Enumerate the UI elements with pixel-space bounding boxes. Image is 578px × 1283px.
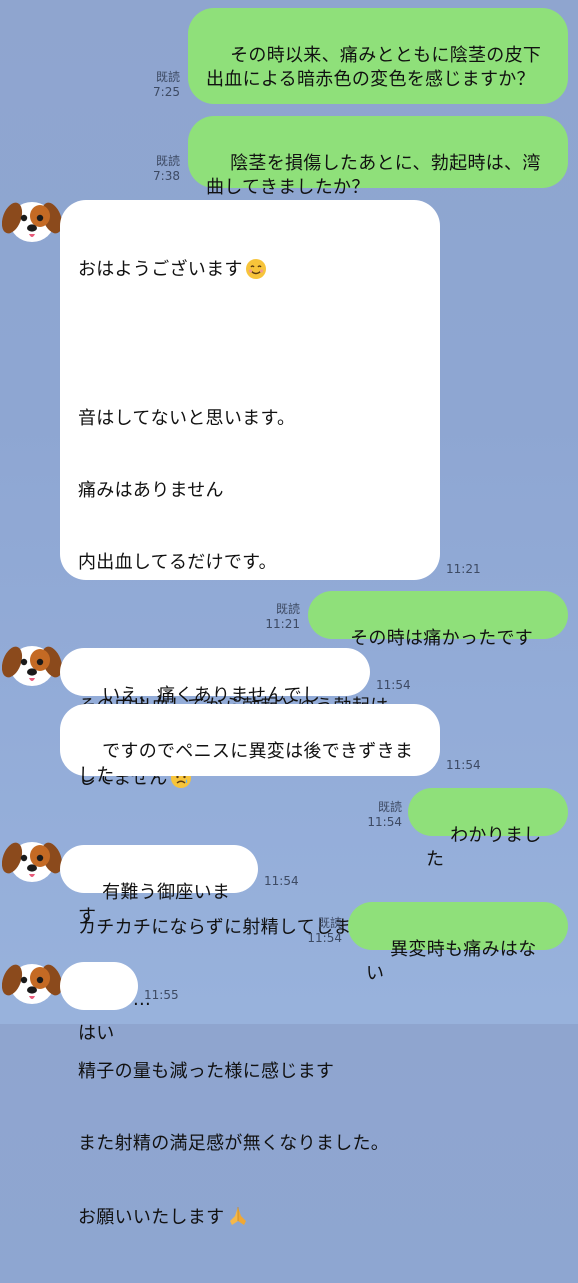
read-receipt: 既読 [317, 916, 342, 930]
read-receipt: 既読 [155, 70, 180, 84]
message-time: 11:55 [144, 988, 179, 1002]
message-meta: 11:55 [144, 988, 184, 1003]
message-time: 11:54 [264, 874, 299, 888]
message-line [78, 335, 422, 359]
message-text: わかりました [426, 825, 542, 870]
message-meta: 11:21 [446, 562, 486, 577]
message-line: おはようございます [78, 258, 422, 287]
contact-avatar[interactable] [2, 830, 62, 890]
dog-face-icon [2, 202, 62, 242]
message-time: 11:54 [446, 758, 481, 772]
message-meta: 既読 11:54 [302, 916, 342, 946]
dog-face-icon [2, 646, 62, 686]
message-line: また射精の満足感が無くなりました。 [78, 1133, 390, 1154]
message-meta: 既読 11:21 [260, 602, 300, 632]
message-text: その時以来、痛みとともに陰茎の皮下出血による暗赤色の変色を感じますか？ [206, 45, 542, 90]
message-time: 7:38 [153, 169, 180, 183]
message-meta: 既読 7:25 [140, 70, 180, 100]
incoming-message[interactable]: はい [60, 962, 138, 1044]
message-text: 陰茎を損傷したあとに、勃起時は、湾曲してきましたか？ [206, 153, 541, 198]
message-time: 11:54 [307, 931, 342, 945]
outgoing-message[interactable]: その時は痛かったですか [308, 591, 568, 673]
dog-face-icon [2, 842, 62, 882]
praying-hands-emoji [226, 1204, 250, 1235]
read-receipt: 既読 [377, 800, 402, 814]
message-meta: 11:54 [376, 678, 416, 693]
message-line: 痛みはありません [78, 480, 224, 501]
message-meta: 11:54 [264, 874, 304, 889]
message-line: 精子の量も減った様に感じます [78, 1061, 335, 1082]
message-line: 内出血してるだけです。 [78, 552, 277, 573]
dog-face-icon [2, 964, 62, 1004]
outgoing-message[interactable]: 陰茎を損傷したあとに、勃起時は、湾曲してきましたか？ [188, 116, 568, 198]
read-receipt: 既読 [275, 602, 300, 616]
contact-avatar[interactable] [2, 634, 62, 694]
message-text: はい [78, 1023, 115, 1044]
read-receipt: 既読 [155, 154, 180, 168]
contact-avatar[interactable] [2, 952, 62, 1012]
outgoing-message[interactable]: 異変時も痛みはない [348, 902, 568, 984]
message-meta: 既読 11:54 [362, 800, 402, 830]
outgoing-message[interactable]: わかりました [408, 788, 568, 870]
message-time: 11:21 [265, 617, 300, 631]
chat-area: 既読 7:25 その時以来、痛みとともに陰茎の皮下出血による暗赤色の変色を感じま… [0, 0, 578, 1228]
smiling-face-emoji [245, 258, 267, 287]
contact-avatar[interactable] [2, 190, 62, 250]
incoming-message[interactable]: ですのでペニスに異変は後できずきました [60, 704, 440, 786]
message-meta: 既読 7:38 [140, 154, 180, 184]
incoming-message[interactable]: いえ、痛くありませんでした。 [60, 648, 370, 730]
incoming-message[interactable]: おはようございます 音はしてないと思います。 痛みはありません 内出血してるだけ… [60, 200, 440, 1228]
incoming-message[interactable]: 有難う御座います [60, 845, 258, 927]
message-line: 音はしてないと思います。 [78, 408, 296, 429]
message-time: 11:54 [367, 815, 402, 829]
message-meta: 11:54 [446, 758, 486, 773]
message-line: お願いいたします [78, 1204, 422, 1235]
message-time: 7:25 [153, 85, 180, 99]
message-time: 11:54 [376, 678, 411, 692]
outgoing-message[interactable]: その時以来、痛みとともに陰茎の皮下出血による暗赤色の変色を感じますか？ [188, 8, 568, 104]
message-time: 11:21 [446, 562, 481, 576]
